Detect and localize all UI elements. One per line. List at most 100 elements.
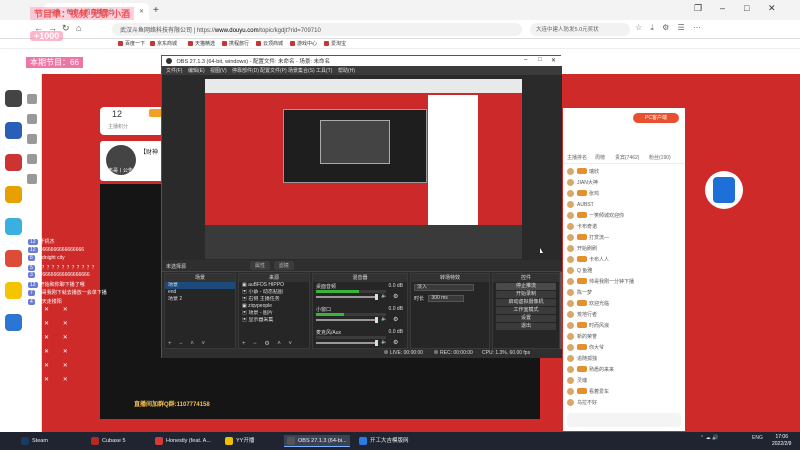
user-avatar[interactable] — [567, 168, 574, 175]
user-avatar[interactable] — [567, 190, 574, 197]
source-item[interactable]: ▣ 小蔡 - 动态贴图 — [239, 289, 309, 296]
control-button[interactable]: 启动虚拟摄像机 — [496, 299, 556, 306]
chat-message[interactable]: 开始刷刷 — [567, 245, 683, 255]
chat-tab[interactable]: 粉丝(190) — [649, 154, 671, 161]
chat-tab[interactable]: 主播排名 — [567, 154, 587, 161]
tray-icons[interactable]: ⌃ ☁ 🔊 — [700, 435, 718, 441]
chat-message[interactable]: 看着爱车 — [567, 388, 683, 398]
bookmark-item[interactable]: 游戏中心 — [290, 40, 317, 47]
menu-item[interactable]: 文件(F) — [166, 67, 182, 74]
chat-message[interactable]: 打赏流— — [567, 234, 683, 244]
source-item[interactable]: ▣ ziqvpeople — [239, 303, 309, 310]
gear-icon[interactable]: ⚙ — [393, 293, 398, 300]
bookmark-item[interactable]: 百度一下 — [118, 40, 145, 47]
browser-tab[interactable]: 斗鱼 - 每个人的直播平台 ✕ — [44, 3, 149, 20]
chat-message[interactable]: 卡布人人 — [567, 256, 683, 266]
menu-item[interactable]: 停靠部件(D) — [232, 67, 259, 74]
restore-icon[interactable]: ❐ — [694, 3, 702, 14]
back-icon[interactable]: ← — [34, 23, 43, 33]
menu-item[interactable]: 视图(V) — [210, 67, 227, 74]
user-avatar[interactable] — [567, 344, 574, 351]
source-item[interactable]: ▣ 右侧 主播任务 — [239, 296, 309, 303]
volume-knob[interactable] — [374, 340, 378, 346]
chat-message[interactable]: AUBST — [567, 201, 683, 211]
filters-button[interactable]: 滤镜 — [273, 261, 294, 270]
scene-item[interactable]: end — [165, 289, 235, 296]
menu-item[interactable]: 编辑(E) — [188, 67, 205, 74]
user-avatar[interactable] — [567, 366, 574, 373]
control-button[interactable]: 工作室模式 — [496, 307, 556, 314]
chat-message[interactable]: 一笑倾城欢迎你 — [567, 212, 683, 222]
event-badge[interactable] — [705, 171, 743, 209]
chat-message[interactable]: 灵魂 — [567, 377, 683, 387]
nav-icon[interactable] — [27, 134, 37, 144]
maximize-icon[interactable]: □ — [744, 3, 749, 13]
bookmark-item[interactable]: 天猫精选 — [188, 40, 215, 47]
volume-slider[interactable] — [316, 340, 378, 346]
taskbar-app[interactable]: OBS 27.1.3 (64-bi... — [284, 435, 350, 447]
menu-item[interactable]: 工具(T) — [316, 67, 332, 74]
speaker-icon[interactable]: 🔈 — [381, 339, 387, 345]
search-input[interactable]: 大连中建人防发5.0元奖状 — [530, 23, 630, 36]
chat-message[interactable]: JIAN大神 — [567, 179, 683, 189]
user-avatar[interactable] — [567, 267, 574, 274]
volume-knob[interactable] — [374, 294, 378, 300]
language-indicator[interactable]: ENG — [752, 435, 763, 441]
user-avatar[interactable] — [567, 223, 574, 230]
reload-icon[interactable]: ↻ — [62, 23, 70, 34]
source-item[interactable]: ▣ auBFDS HIPPO — [239, 282, 309, 289]
chat-message[interactable]: 欢迎光临 — [567, 300, 683, 310]
toolbar-icons[interactable]: ☆ ⤓ ⚙ ☰ ⋯ — [635, 23, 704, 33]
menu-item[interactable]: 帮助(H) — [338, 67, 355, 74]
chat-input[interactable] — [567, 413, 681, 427]
close-icon[interactable]: ✕ — [139, 8, 144, 15]
bookmark-item[interactable]: 云顶商城 — [256, 40, 283, 47]
user-avatar[interactable] — [567, 245, 574, 252]
bookmark-item[interactable]: 爱淘宝 — [324, 40, 346, 47]
source-item[interactable]: ▣ 显示器采集 — [239, 317, 309, 324]
user-avatar[interactable] — [567, 388, 574, 395]
menu-item[interactable]: 配置文件(P) — [260, 67, 287, 74]
close-icon[interactable]: ✕ — [551, 57, 556, 64]
properties-button[interactable]: 属性 — [250, 261, 271, 270]
scenes-toolbar[interactable]: + − ˄ ˅ — [165, 340, 235, 348]
user-avatar[interactable] — [567, 399, 574, 406]
taskbar-app[interactable]: Cubase 5 — [88, 435, 140, 447]
taskbar-app[interactable]: Steam — [18, 435, 74, 447]
user-avatar[interactable] — [567, 377, 574, 384]
chat-message[interactable]: 卡布奇诺 — [567, 223, 683, 233]
taskbar-app[interactable]: YY开播 — [222, 435, 276, 447]
chat-message[interactable]: 你大爷 — [567, 344, 683, 354]
control-button[interactable]: 设置 — [496, 315, 556, 322]
sources-toolbar[interactable]: + − ⚙ ˄ ˅ — [239, 340, 309, 348]
nav-icon[interactable] — [27, 114, 37, 124]
host-card[interactable]: 【财神 杰哥丨公告 — [100, 141, 164, 181]
user-avatar[interactable] — [567, 212, 574, 219]
nav-icon[interactable] — [27, 174, 37, 184]
clock[interactable]: 17:06 2022/2/9 — [772, 434, 791, 448]
user-avatar[interactable] — [567, 333, 574, 340]
user-avatar[interactable] — [567, 355, 574, 362]
chat-tab[interactable]: 贵宾(7462) — [615, 154, 639, 161]
control-button[interactable]: 退出 — [496, 323, 556, 330]
volume-slider[interactable] — [316, 317, 378, 323]
control-button[interactable]: 开始录制 — [496, 291, 556, 298]
scene-item[interactable]: 场景 — [165, 282, 235, 289]
close-window-icon[interactable]: ✕ — [768, 3, 776, 14]
home-icon[interactable]: ⌂ — [76, 23, 81, 33]
gear-icon[interactable]: ⚙ — [393, 339, 398, 346]
control-button[interactable]: 停止推流 — [496, 283, 556, 290]
user-avatar[interactable] — [567, 234, 574, 241]
user-avatar[interactable] — [567, 256, 574, 263]
transition-select[interactable]: 淡入 — [414, 284, 474, 291]
minimize-icon[interactable]: – — [720, 3, 725, 13]
chat-message[interactable]: 乌拉不好 — [567, 399, 683, 409]
user-avatar[interactable] — [567, 278, 574, 285]
url-field[interactable]: 武汉斗鱼网络科技有限公司 | https://www.douyu.com/top… — [112, 23, 522, 36]
chat-message[interactable]: 陈一梦 — [567, 289, 683, 299]
user-avatar[interactable] — [567, 289, 574, 296]
chat-message[interactable]: 时而风浪 — [567, 322, 683, 332]
bookmark-item[interactable]: 京东商城 — [150, 40, 177, 47]
chat-message[interactable]: 熟悉的来来 — [567, 366, 683, 376]
gear-icon[interactable]: ⚙ — [393, 316, 398, 323]
